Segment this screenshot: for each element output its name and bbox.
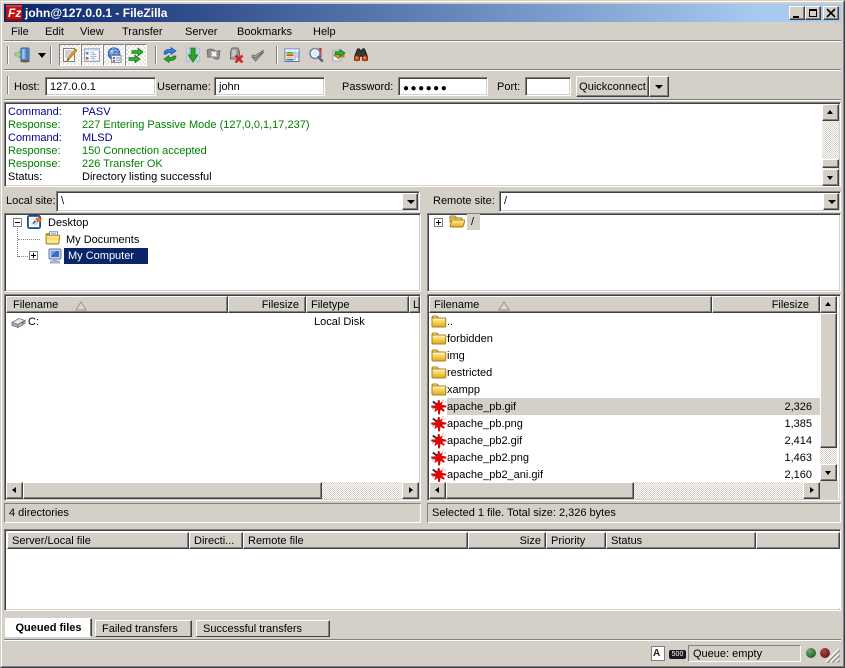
svg-text:Fz: Fz bbox=[8, 6, 21, 20]
